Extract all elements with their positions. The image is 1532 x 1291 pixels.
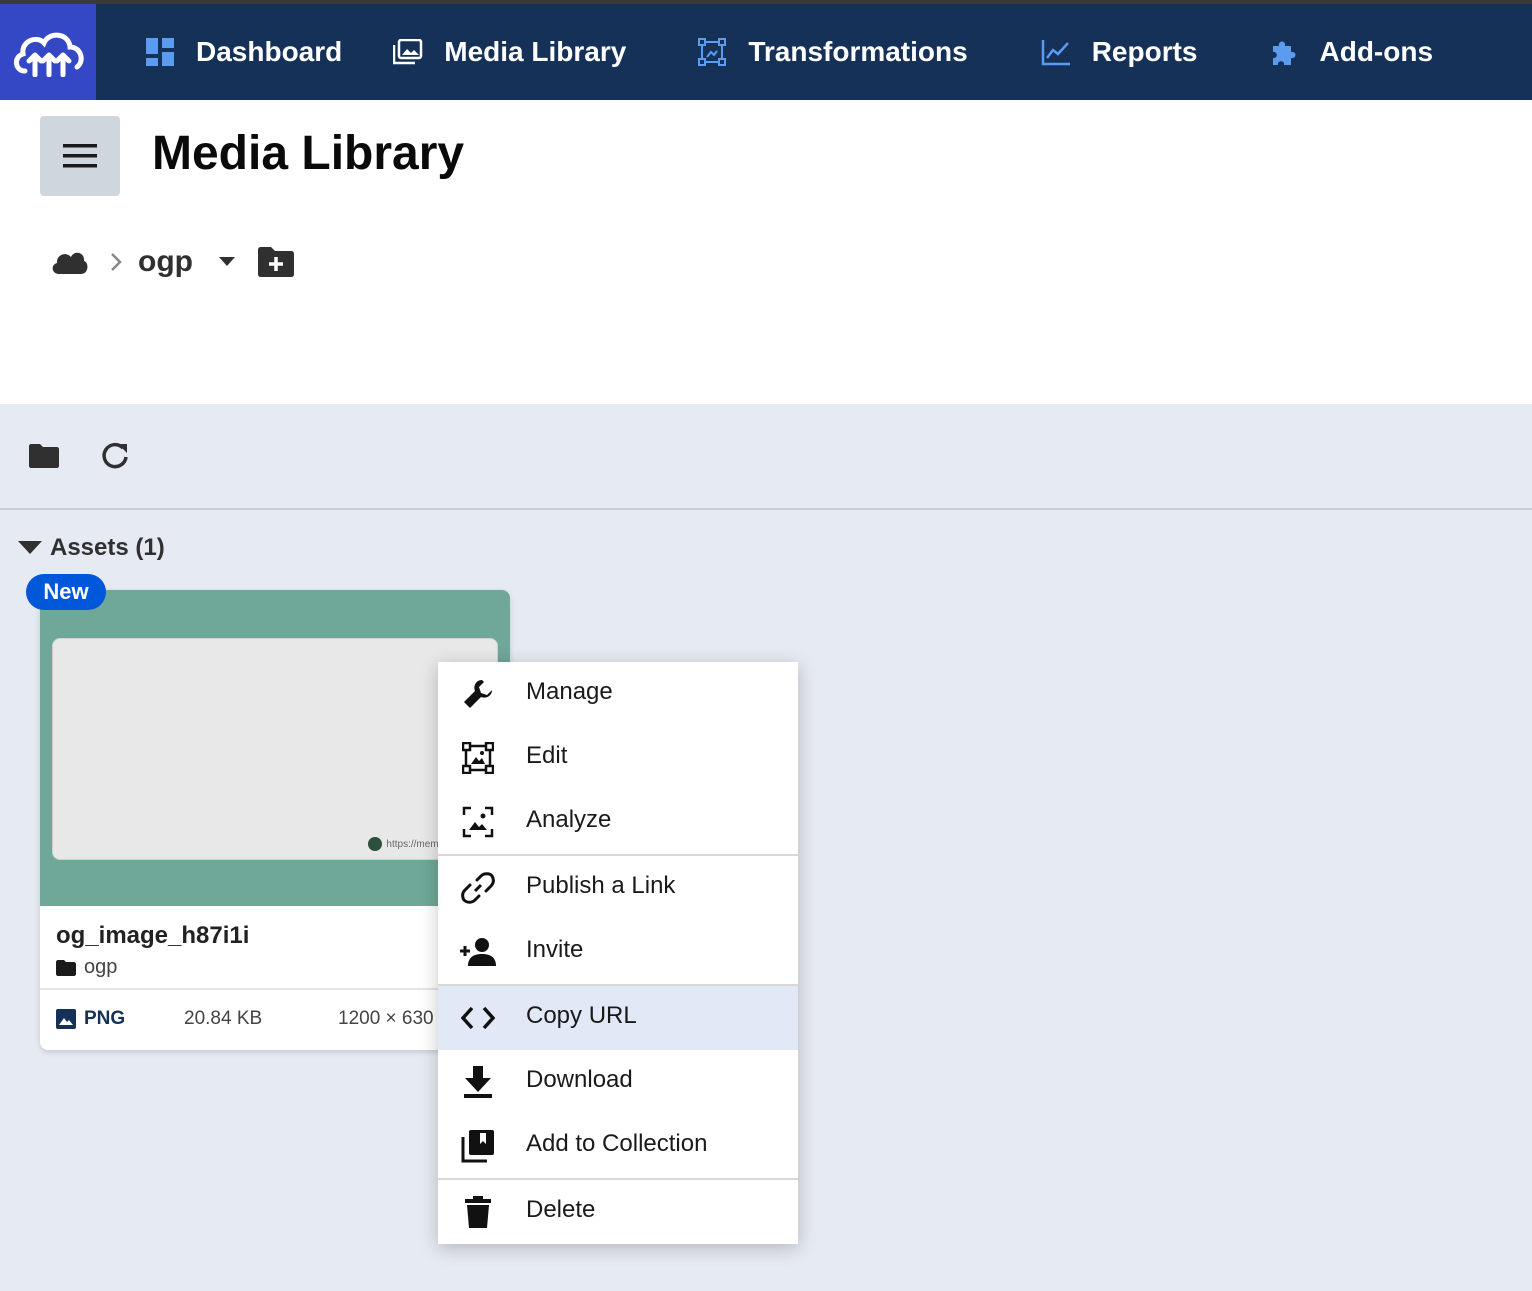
download-icon — [460, 1064, 496, 1100]
folder-view-button[interactable] — [26, 438, 62, 474]
favicon-icon — [368, 837, 383, 851]
add-person-icon — [460, 934, 496, 970]
hamburger-icon — [63, 144, 97, 168]
edit-frame-icon — [460, 740, 496, 776]
new-folder-icon[interactable] — [257, 246, 295, 278]
context-menu: Manage Edit Analyze Publish a Link Invit… — [438, 662, 798, 1244]
nav-label: Reports — [1091, 36, 1198, 67]
nav-item-reports[interactable]: Reports — [990, 4, 1220, 100]
nav-item-media-library[interactable]: Media Library — [372, 4, 645, 104]
breadcrumb-chevron-icon — [110, 252, 122, 272]
image-type-icon — [56, 1009, 76, 1029]
folder-dropdown-icon[interactable] — [218, 257, 235, 267]
new-badge: New — [26, 574, 106, 610]
main-nav: Dashboard Media Library Transformations … — [96, 4, 1456, 104]
sidebar-toggle-button[interactable] — [40, 116, 120, 196]
menu-item-label: Delete — [526, 1196, 596, 1223]
menu-item-label: Manage — [526, 678, 613, 705]
page-header: Media Library ogp — [0, 100, 1532, 404]
transformations-icon — [696, 36, 728, 68]
folder-icon — [29, 444, 59, 468]
thumbnail-url-text: https://memo. — [368, 837, 447, 851]
menu-item-copy-url[interactable]: Copy URL — [438, 986, 798, 1050]
menu-item-label: Publish a Link — [526, 872, 676, 899]
nav-item-transformations[interactable]: Transformations — [644, 4, 989, 100]
menu-item-add-to-collection[interactable]: Add to Collection — [438, 1114, 798, 1178]
folder-icon — [56, 959, 76, 976]
refresh-button[interactable] — [98, 438, 134, 474]
nav-label: Dashboard — [196, 36, 343, 67]
puzzle-icon — [1268, 36, 1300, 68]
toolbar — [0, 404, 1532, 510]
asset-dimensions: 1200 × 630 — [338, 1008, 434, 1029]
trash-icon — [460, 1194, 496, 1230]
menu-item-edit[interactable]: Edit — [438, 726, 798, 790]
menu-item-download[interactable]: Download — [438, 1050, 798, 1114]
link-icon — [460, 870, 496, 906]
page-title: Media Library — [152, 127, 465, 180]
dashboard-icon — [144, 36, 176, 68]
menu-item-label: Add to Collection — [526, 1130, 708, 1157]
thumbnail-image: https://memo. — [52, 638, 498, 860]
asset-size: 20.84 KB — [184, 1008, 263, 1029]
nav-item-add-ons[interactable]: Add-ons — [1220, 4, 1456, 100]
menu-item-delete[interactable]: Delete — [438, 1180, 798, 1244]
asset-folder-label: ogp — [84, 956, 118, 978]
cloud-root-icon[interactable] — [50, 249, 88, 275]
breadcrumb-folder[interactable]: ogp — [138, 245, 193, 279]
menu-item-label: Edit — [526, 742, 568, 769]
nav-label: Transformations — [748, 36, 968, 67]
asset-name[interactable]: og_image_h87i1i — [56, 922, 249, 950]
nav-item-dashboard[interactable]: Dashboard — [96, 4, 364, 100]
menu-item-label: Invite — [526, 936, 584, 963]
media-library-icon — [392, 36, 424, 68]
analyze-icon — [460, 804, 496, 840]
nav-label: Add-ons — [1319, 36, 1434, 67]
refresh-icon — [102, 442, 128, 469]
nav-label: Media Library — [444, 36, 627, 67]
menu-item-publish-link[interactable]: Publish a Link — [438, 856, 798, 920]
menu-item-label: Copy URL — [526, 1002, 637, 1029]
cloudinary-logo[interactable] — [0, 4, 96, 100]
assets-section-toggle[interactable]: Assets (1) — [18, 534, 165, 562]
menu-item-label: Download — [526, 1066, 633, 1093]
menu-item-invite[interactable]: Invite — [438, 920, 798, 984]
assets-heading: Assets (1) — [50, 534, 165, 561]
menu-item-analyze[interactable]: Analyze — [438, 790, 798, 854]
asset-folder[interactable]: ogp — [56, 956, 117, 979]
wrench-icon — [460, 676, 496, 712]
asset-format: PNG — [84, 1008, 126, 1029]
top-nav-bar: Dashboard Media Library Transformations … — [0, 0, 1532, 104]
breadcrumb: ogp — [50, 240, 295, 284]
collection-icon — [460, 1128, 496, 1164]
reports-icon — [1040, 36, 1072, 68]
code-icon — [460, 1000, 496, 1036]
caret-down-icon — [18, 541, 42, 554]
menu-item-label: Analyze — [526, 806, 612, 833]
menu-item-manage[interactable]: Manage — [438, 662, 798, 726]
cloud-logo-icon — [14, 32, 84, 77]
